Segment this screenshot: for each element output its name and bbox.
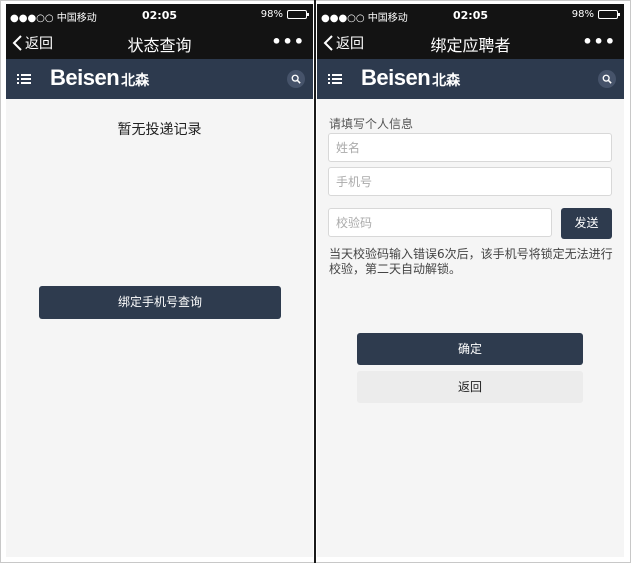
- search-icon: [291, 74, 301, 84]
- battery-percent: 98%: [571, 9, 594, 20]
- form-section-label: 请填写个人信息: [329, 117, 414, 131]
- status-bar: ●●●○○ 中国移动 02:05 98%: [6, 4, 313, 26]
- search-button[interactable]: [598, 70, 616, 88]
- bind-form-content: 请填写个人信息 发送 当天校验码输入错误6次后，该手机号将锁定无法进行校验，第二…: [317, 99, 624, 557]
- battery-status: 98%: [571, 9, 620, 20]
- empty-record-text: 暂无投递记录: [117, 122, 202, 138]
- nav-bar: 返回 状态查询 •••: [6, 26, 313, 59]
- brand-bar: Beisen 北森: [6, 59, 313, 99]
- battery-icon: [598, 10, 620, 19]
- more-menu-button[interactable]: •••: [582, 32, 616, 51]
- battery-status: 98%: [260, 9, 309, 20]
- page-title: 状态查询: [127, 36, 192, 55]
- panel-divider: [314, 0, 316, 563]
- search-button[interactable]: [287, 70, 305, 88]
- phone-input[interactable]: [328, 167, 612, 196]
- phone-bind-applicant: ●●●○○ 中国移动 02:05 98% 返回 绑定应聘者 ••• Beisen…: [317, 4, 624, 557]
- name-input[interactable]: [328, 133, 612, 162]
- nav-bar: 返回 绑定应聘者 •••: [317, 26, 624, 59]
- list-menu-icon[interactable]: [17, 73, 31, 85]
- beisen-logo: Beisen 北森: [361, 65, 461, 90]
- search-icon: [602, 74, 612, 84]
- brand-bar: Beisen 北森: [317, 59, 624, 99]
- return-button[interactable]: 返回: [357, 371, 583, 403]
- phone-status-query: ●●●○○ 中国移动 02:05 98% 返回 状态查询 ••• Beisen 北…: [6, 4, 313, 557]
- battery-icon: [287, 10, 309, 19]
- verification-code-input[interactable]: [328, 208, 552, 237]
- confirm-button[interactable]: 确定: [357, 333, 583, 365]
- lock-hint-text: 当天校验码输入错误6次后，该手机号将锁定无法进行校验，第二天自动解锁。: [329, 247, 613, 276]
- send-code-button[interactable]: 发送: [561, 208, 612, 239]
- battery-percent: 98%: [260, 9, 283, 20]
- beisen-logo: Beisen 北森: [50, 65, 150, 90]
- status-bar: ●●●○○ 中国移动 02:05 98%: [317, 4, 624, 26]
- status-query-content: 暂无投递记录 绑定手机号查询: [6, 99, 313, 557]
- more-menu-button[interactable]: •••: [271, 32, 305, 51]
- bind-phone-query-button[interactable]: 绑定手机号查询: [39, 286, 281, 319]
- list-menu-icon[interactable]: [328, 73, 342, 85]
- page-title: 绑定应聘者: [430, 36, 511, 55]
